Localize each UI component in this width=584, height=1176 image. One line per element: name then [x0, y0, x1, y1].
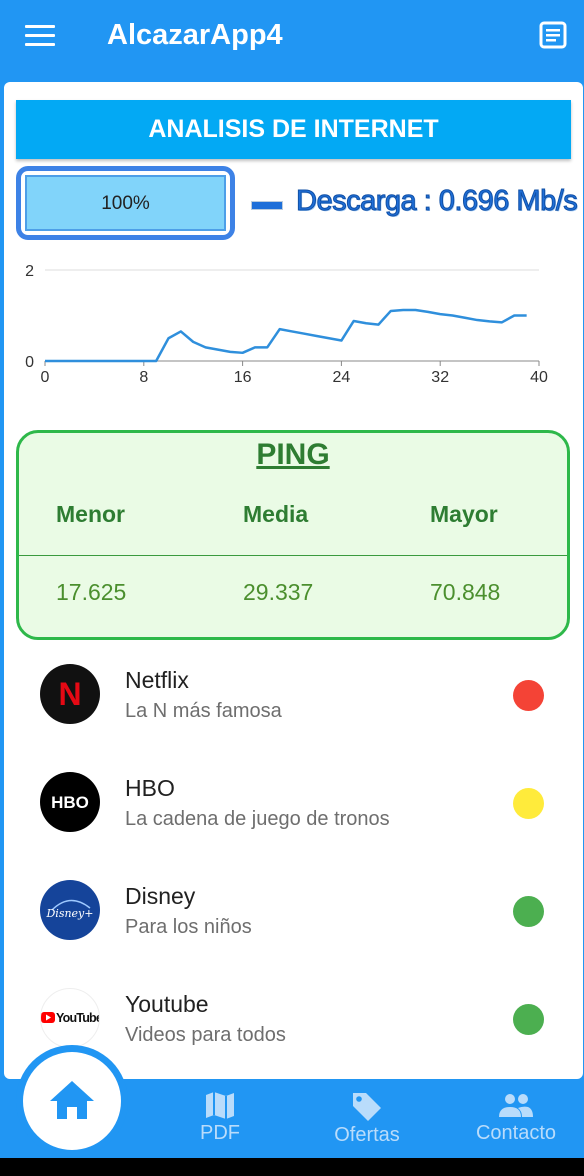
chart-xtick-label: 32 — [431, 369, 449, 386]
nav-ofertas[interactable]: Ofertas — [327, 1090, 407, 1147]
chart-ytick-label: 2 — [25, 263, 34, 280]
download-speed: Descarga : 0.696 Mb/s — [295, 185, 578, 218]
chart-series-line — [45, 308, 527, 363]
home-icon — [50, 1081, 94, 1119]
list-item-subtitle: Para los niños — [125, 916, 252, 938]
system-bar — [0, 1158, 584, 1176]
ping-header-avg: Media — [243, 501, 309, 527]
list-item-subtitle: Videos para todos — [125, 1024, 286, 1046]
map-icon — [206, 1092, 234, 1119]
chart-xtick-label: 8 — [139, 369, 148, 386]
chart-xtick-label: 24 — [333, 369, 351, 386]
hbo-logo-text: HBO — [51, 793, 89, 812]
ping-title: PING — [256, 438, 330, 471]
content-card: ANALISIS DE INTERNET 100% Descarga : 0.6… — [4, 82, 583, 1079]
chart-xtick-label: 40 — [530, 369, 548, 386]
chart-xtick-label: 16 — [234, 369, 252, 386]
list-item-title: Disney — [125, 883, 196, 909]
list-item-title: Netflix — [125, 667, 189, 693]
youtube-logo-text: YouTube — [56, 1011, 100, 1025]
list-item-hbo[interactable]: HBO HBO La cadena de juego de tronos — [4, 772, 583, 872]
status-indicator — [513, 788, 544, 819]
progress-track: 100% — [25, 175, 226, 231]
list-item-title: HBO — [125, 775, 175, 801]
disney-logo: Disney+ — [40, 880, 100, 940]
hbo-logo: HBO — [40, 772, 100, 832]
ping-value-min: 17.625 — [56, 579, 127, 605]
list-item-subtitle: La cadena de juego de tronos — [125, 808, 390, 830]
menu-icon[interactable] — [22, 22, 58, 50]
ping-header-max: Mayor — [430, 501, 498, 527]
status-indicator — [513, 680, 544, 711]
status-indicator — [513, 896, 544, 927]
nav-pdf-label: PDF — [200, 1122, 240, 1144]
people-icon — [499, 1094, 533, 1117]
list-item-title: Youtube — [125, 991, 209, 1017]
disney-logo-text: Disney+ — [45, 907, 93, 920]
description-icon[interactable] — [538, 20, 568, 50]
home-button[interactable] — [23, 1052, 121, 1150]
analysis-banner[interactable]: ANALISIS DE INTERNET — [16, 100, 571, 159]
list-item-subtitle: La N más famosa — [125, 700, 282, 722]
netflix-logo-text: N — [58, 676, 81, 712]
list-item-disney[interactable]: Disney+ Disney Para los niños — [4, 880, 583, 980]
app-screen: AlcazarApp4 ANALISIS DE INTERNET 100% De… — [0, 0, 584, 1158]
progress-label: 100% — [101, 193, 150, 214]
ping-value-avg: 29.337 — [243, 579, 314, 605]
app-title: AlcazarApp4 — [107, 19, 283, 51]
chart-ytick-label: 0 — [25, 354, 34, 371]
nav-pdf[interactable]: PDF — [190, 1090, 250, 1145]
download-chart: 0 2 0 8 16 24 32 40 — [25, 263, 548, 386]
status-indicator — [513, 1004, 544, 1035]
ping-header-min: Menor — [56, 501, 125, 527]
list-item-netflix[interactable]: N Netflix La N más famosa — [4, 664, 583, 764]
chart-xtick-label: 0 — [41, 369, 50, 386]
youtube-logo: YouTube — [40, 988, 100, 1048]
download-progress: 100% — [16, 166, 235, 240]
nav-contacto-label: Contacto — [475, 1122, 557, 1144]
app-bar: AlcazarApp4 — [0, 0, 584, 76]
ping-divider — [19, 555, 567, 556]
nav-ofertas-label: Ofertas — [334, 1124, 400, 1146]
nav-contacto[interactable]: Contacto — [468, 1090, 564, 1145]
tag-icon — [353, 1093, 381, 1121]
legend-dash — [251, 201, 283, 210]
netflix-logo: N — [40, 664, 100, 724]
ping-value-max: 70.848 — [430, 579, 501, 605]
ping-panel: PING Menor Media Mayor 17.625 29.337 70.… — [16, 430, 570, 640]
